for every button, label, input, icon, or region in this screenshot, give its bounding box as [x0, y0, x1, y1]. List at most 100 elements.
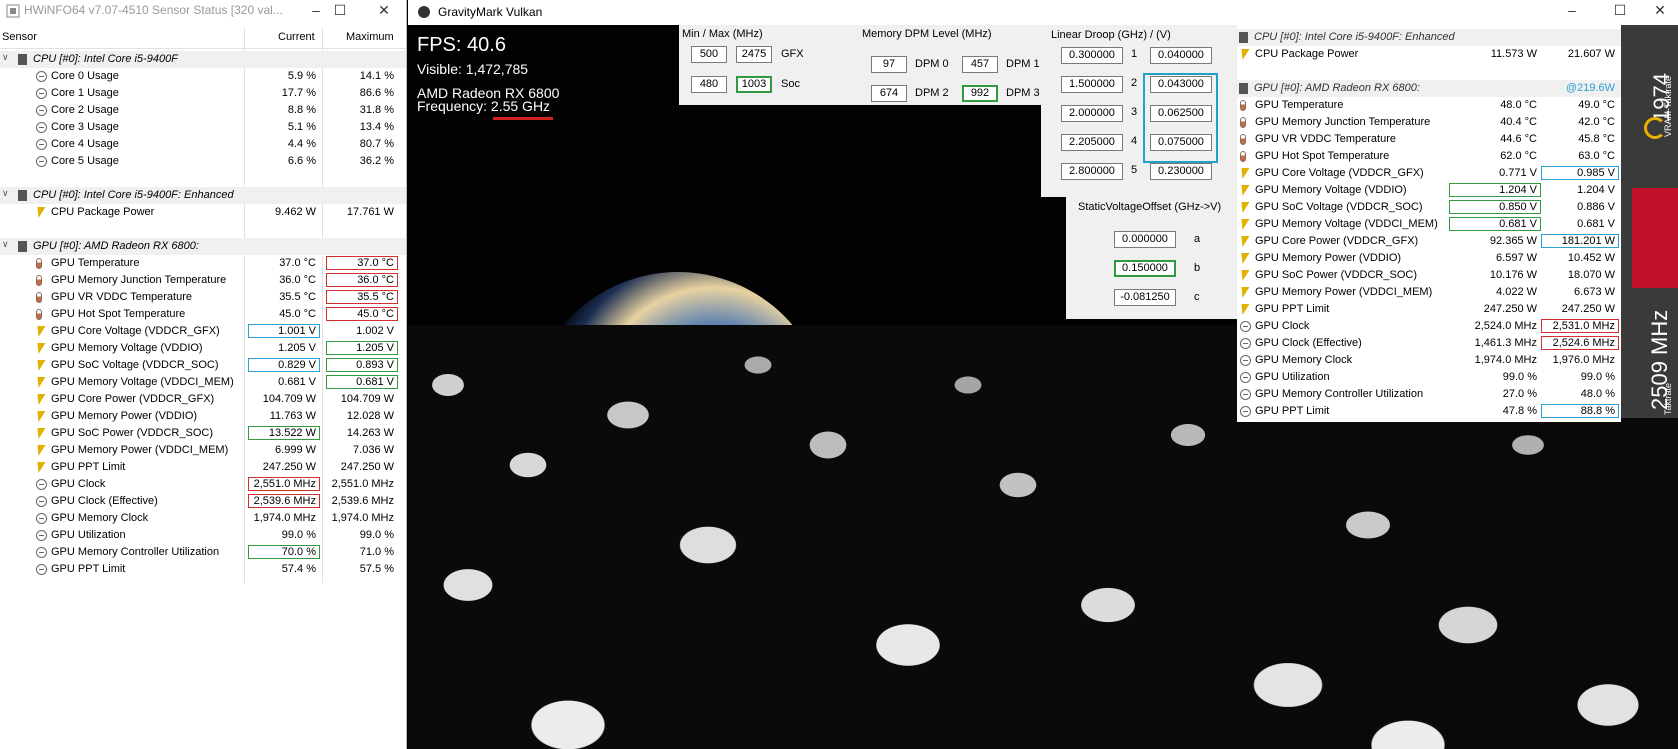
col-maximum[interactable]: Maximum	[346, 31, 394, 43]
sensor-row[interactable]: Core 0 Usage 5.9 % 14.1 %	[0, 68, 406, 85]
sensor-row[interactable]: GPU PPT Limit 47.8 % 88.8 %	[1237, 403, 1621, 420]
col-current[interactable]: Current	[278, 31, 315, 43]
soc-min-field[interactable]: 480	[691, 76, 727, 93]
sensor-row[interactable]: GPU Clock (Effective) 1,461.3 MHz 2,524.6 …	[1237, 335, 1621, 352]
sensor-row[interactable]: GPU PPT Limit 247.250 W 247.250 W	[0, 459, 406, 476]
sensor-row[interactable]: GPU VR VDDC Temperature 44.6 °C 45.8 °C	[1237, 131, 1621, 148]
sensor-row[interactable]: Core 2 Usage 8.8 % 31.8 %	[0, 102, 406, 119]
current-value: 45.0 °C	[279, 308, 316, 320]
sensor-row[interactable]: GPU Memory Clock 1,974.0 MHz 1,976.0 MHz	[1237, 352, 1621, 369]
clock-icon	[1240, 355, 1251, 366]
current-value: 47.8 %	[1502, 405, 1537, 417]
sensor-row[interactable]: GPU Memory Power (VDDIO) 6.597 W 10.452 W	[1237, 250, 1621, 267]
svo-b-field[interactable]: 0.150000	[1114, 260, 1176, 277]
dpm2-field[interactable]: 674	[871, 85, 907, 102]
svo-c-label: c	[1194, 291, 1200, 303]
sensor-row[interactable]: GPU Core Voltage (VDDCR_GFX) 1.001 V 1.002…	[0, 323, 406, 340]
sensor-row[interactable]: GPU Memory Junction Temperature 36.0 °C 36…	[0, 272, 406, 289]
sensor-row[interactable]: GPU Utilization 99.0 % 99.0 %	[0, 527, 406, 544]
sensor-row[interactable]: GPU Memory Voltage (VDDIO) 1.204 V 1.204 V	[1237, 182, 1621, 199]
sensor-row[interactable]: GPU Memory Voltage (VDDCI_MEM) 0.681 V 0.6…	[0, 374, 406, 391]
sensor-row[interactable]: GPU Memory Junction Temperature 40.4 °C 42…	[1237, 114, 1621, 131]
dpm0-label: DPM 0	[915, 58, 949, 70]
sensor-row[interactable]: GPU Memory Power (VDDIO) 11.763 W 12.028 W	[0, 408, 406, 425]
droop-voltage-field[interactable]: 0.230000	[1150, 163, 1212, 180]
sensor-row[interactable]: GPU Temperature 37.0 °C 37.0 °C	[0, 255, 406, 272]
sensor-row[interactable]: GPU Temperature 48.0 °C 49.0 °C	[1237, 97, 1621, 114]
sensor-row[interactable]: Core 1 Usage 17.7 % 86.6 %	[0, 85, 406, 102]
droop-ghz-field[interactable]: 0.300000	[1061, 47, 1123, 64]
droop-index: 2	[1131, 77, 1138, 89]
sensor-row[interactable]: GPU Memory Controller Utilization 70.0 % 7…	[0, 544, 406, 561]
sensor-row[interactable]: GPU Utilization 99.0 % 99.0 %	[1237, 369, 1621, 386]
svo-a-field[interactable]: 0.000000	[1114, 231, 1176, 248]
sensor-row[interactable]: GPU Clock (Effective) 2,539.6 MHz 2,539.6 …	[0, 493, 406, 510]
sensor-row[interactable]: GPU Clock 2,524.0 MHz 2,531.0 MHz	[1237, 318, 1621, 335]
maximize-button[interactable]: ☐	[1600, 0, 1640, 22]
sensor-row[interactable]: GPU Core Power (VDDCR_GFX) 104.709 W 104.7…	[0, 391, 406, 408]
sensor-group-header[interactable]: ∨ GPU [#0]: AMD Radeon RX 6800:	[0, 238, 406, 255]
expand-toggle-icon[interactable]: ∨	[2, 239, 12, 250]
soc-max-field[interactable]: 1003	[736, 76, 772, 93]
sensor-group-header[interactable]: CPU [#0]: Intel Core i5-9400F: Enhanced	[1237, 29, 1621, 46]
sensor-label: GPU Memory Voltage (VDDCI_MEM)	[51, 376, 234, 388]
group-label: GPU [#0]: AMD Radeon RX 6800:	[33, 240, 199, 252]
lightning-icon	[34, 394, 46, 405]
gfx-max-field[interactable]: 2475	[736, 46, 772, 63]
close-button[interactable]: ✕	[1640, 0, 1678, 22]
droop-ghz-field[interactable]: 1.500000	[1061, 76, 1123, 93]
droop-index: 4	[1131, 135, 1138, 147]
sensor-group-header[interactable]: ∨ CPU [#0]: Intel Core i5-9400F	[0, 51, 406, 68]
sensor-row[interactable]: GPU Core Power (VDDCR_GFX) 92.365 W 181.20…	[1237, 233, 1621, 250]
col-sensor[interactable]: Sensor	[2, 31, 37, 43]
sensor-row[interactable]: GPU SoC Power (VDDCR_SOC) 13.522 W 14.263 …	[0, 425, 406, 442]
sensor-label: GPU Memory Voltage (VDDIO)	[51, 342, 203, 354]
expand-toggle-icon[interactable]: ∨	[2, 188, 12, 199]
maximum-value: 247.250 W	[340, 461, 394, 473]
sensor-group-header[interactable]: GPU [#0]: AMD Radeon RX 6800: @219.6W	[1237, 80, 1621, 97]
sensor-row[interactable]: CPU Package Power 9.462 W 17.761 W	[0, 204, 406, 221]
droop-voltage-field[interactable]: 0.040000	[1150, 47, 1212, 64]
sensor-label: GPU Core Voltage (VDDCR_GFX)	[1255, 167, 1424, 179]
minimize-button[interactable]: –	[1552, 0, 1592, 22]
sensor-row[interactable]: GPU SoC Power (VDDCR_SOC) 10.176 W 18.070 …	[1237, 267, 1621, 284]
sensor-row[interactable]: GPU Memory Voltage (VDDIO) 1.205 V 1.205 V	[0, 340, 406, 357]
sensor-row[interactable]: GPU Memory Clock 1,974.0 MHz 1,974.0 MHz	[0, 510, 406, 527]
sensor-row[interactable]: GPU Memory Controller Utilization 27.0 % 4…	[1237, 386, 1621, 403]
sensor-group-header[interactable]: ∨ CPU [#0]: Intel Core i5-9400F: Enhanced	[0, 187, 406, 204]
spacer-row	[1237, 63, 1621, 80]
sensor-row[interactable]: GPU SoC Voltage (VDDCR_SOC) 0.829 V 0.893 …	[0, 357, 406, 374]
droop-ghz-field[interactable]: 2.000000	[1061, 105, 1123, 122]
expand-toggle-icon[interactable]: ∨	[2, 52, 12, 63]
sensor-row[interactable]: GPU SoC Voltage (VDDCR_SOC) 0.850 V 0.886 …	[1237, 199, 1621, 216]
sensor-row[interactable]: Core 3 Usage 5.1 % 13.4 %	[0, 119, 406, 136]
sensor-row[interactable]: GPU Hot Spot Temperature 62.0 °C 63.0 °C	[1237, 148, 1621, 165]
fps-readout: FPS: 40.6	[417, 34, 506, 56]
svo-c-field[interactable]: -0.081250	[1114, 289, 1176, 306]
maximum-value: 12.028 W	[346, 410, 394, 422]
sensor-row[interactable]: CPU Package Power 11.573 W 21.607 W	[1237, 46, 1621, 63]
droop-ghz-field[interactable]: 2.205000	[1061, 134, 1123, 151]
sensor-row[interactable]: GPU PPT Limit 57.4 % 57.5 %	[0, 561, 406, 578]
dpm1-field[interactable]: 457	[962, 56, 998, 73]
gfx-min-field[interactable]: 500	[691, 46, 727, 63]
sensor-row[interactable]: GPU PPT Limit 247.250 W 247.250 W	[1237, 301, 1621, 318]
maximize-button[interactable]: ☐	[320, 0, 360, 22]
sensor-row[interactable]: GPU VR VDDC Temperature 35.5 °C 35.5 °C	[0, 289, 406, 306]
sensor-row[interactable]: GPU Core Voltage (VDDCR_GFX) 0.771 V 0.985…	[1237, 165, 1621, 182]
sensor-row[interactable]: GPU Clock 2,551.0 MHz 2,551.0 MHz	[0, 476, 406, 493]
sensor-row[interactable]: GPU Memory Power (VDDCI_MEM) 6.999 W 7.036…	[0, 442, 406, 459]
sensor-row[interactable]: GPU Hot Spot Temperature 45.0 °C 45.0 °C	[0, 306, 406, 323]
sensor-row[interactable]: GPU Memory Voltage (VDDCI_MEM) 0.681 V 0.6…	[1237, 216, 1621, 233]
close-button[interactable]: ✕	[364, 0, 404, 22]
dpm3-field[interactable]: 992	[962, 85, 998, 102]
sensor-row[interactable]: Core 5 Usage 6.6 % 36.2 %	[0, 153, 406, 170]
droop-ghz-field[interactable]: 2.800000	[1061, 163, 1123, 180]
dpm0-field[interactable]: 97	[871, 56, 907, 73]
current-value: 35.5 °C	[279, 291, 316, 303]
hwinfo-titlebar[interactable]: HWiNFO64 v7.07-4510 Sensor Status [320 v…	[0, 0, 406, 22]
maximum-value: 0.681 V	[1577, 218, 1615, 230]
sensor-row[interactable]: GPU Memory Power (VDDCI_MEM) 4.022 W 6.673…	[1237, 284, 1621, 301]
gravitymark-titlebar[interactable]: GravityMark Vulkan – ☐ ✕	[408, 0, 1678, 25]
sensor-row[interactable]: Core 4 Usage 4.4 % 80.7 %	[0, 136, 406, 153]
